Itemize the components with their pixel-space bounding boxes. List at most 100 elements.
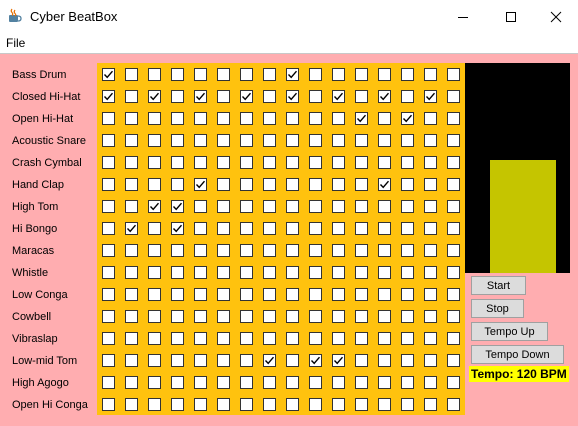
beat-checkbox[interactable] bbox=[378, 222, 391, 235]
beat-checkbox[interactable] bbox=[194, 310, 207, 323]
beat-checkbox[interactable] bbox=[332, 266, 345, 279]
beat-checkbox[interactable] bbox=[401, 332, 414, 345]
beat-checkbox[interactable] bbox=[424, 68, 437, 81]
beat-checkbox[interactable] bbox=[424, 288, 437, 301]
beat-checkbox[interactable] bbox=[194, 266, 207, 279]
beat-checkbox[interactable] bbox=[286, 332, 299, 345]
beat-checkbox[interactable] bbox=[332, 354, 345, 367]
beat-checkbox[interactable] bbox=[263, 90, 276, 103]
beat-checkbox[interactable] bbox=[286, 310, 299, 323]
beat-checkbox[interactable] bbox=[401, 398, 414, 411]
beat-checkbox[interactable] bbox=[332, 244, 345, 257]
beat-checkbox[interactable] bbox=[286, 354, 299, 367]
beat-checkbox[interactable] bbox=[217, 156, 230, 169]
beat-checkbox[interactable] bbox=[263, 288, 276, 301]
beat-checkbox[interactable] bbox=[378, 178, 391, 191]
beat-checkbox[interactable] bbox=[447, 222, 460, 235]
beat-checkbox[interactable] bbox=[401, 288, 414, 301]
beat-checkbox[interactable] bbox=[125, 244, 138, 257]
beat-checkbox[interactable] bbox=[171, 90, 184, 103]
beat-checkbox[interactable] bbox=[401, 156, 414, 169]
beat-checkbox[interactable] bbox=[332, 156, 345, 169]
beat-checkbox[interactable] bbox=[309, 134, 322, 147]
beat-checkbox[interactable] bbox=[332, 332, 345, 345]
beat-checkbox[interactable] bbox=[401, 354, 414, 367]
beat-checkbox[interactable] bbox=[240, 112, 253, 125]
beat-checkbox[interactable] bbox=[447, 112, 460, 125]
beat-checkbox[interactable] bbox=[125, 222, 138, 235]
beat-checkbox[interactable] bbox=[171, 288, 184, 301]
beat-checkbox[interactable] bbox=[171, 200, 184, 213]
beat-checkbox[interactable] bbox=[102, 90, 115, 103]
tempo-up-button[interactable]: Tempo Up bbox=[471, 322, 548, 341]
beat-checkbox[interactable] bbox=[194, 332, 207, 345]
beat-checkbox[interactable] bbox=[217, 134, 230, 147]
beat-checkbox[interactable] bbox=[378, 112, 391, 125]
beat-checkbox[interactable] bbox=[378, 398, 391, 411]
beat-checkbox[interactable] bbox=[424, 398, 437, 411]
beat-checkbox[interactable] bbox=[378, 266, 391, 279]
beat-checkbox[interactable] bbox=[424, 90, 437, 103]
beat-checkbox[interactable] bbox=[355, 222, 368, 235]
beat-checkbox[interactable] bbox=[424, 134, 437, 147]
beat-checkbox[interactable] bbox=[240, 200, 253, 213]
beat-checkbox[interactable] bbox=[125, 310, 138, 323]
beat-checkbox[interactable] bbox=[217, 178, 230, 191]
beat-checkbox[interactable] bbox=[447, 332, 460, 345]
beat-checkbox[interactable] bbox=[424, 354, 437, 367]
beat-checkbox[interactable] bbox=[309, 376, 322, 389]
beat-checkbox[interactable] bbox=[263, 112, 276, 125]
beat-checkbox[interactable] bbox=[309, 222, 322, 235]
beat-checkbox[interactable] bbox=[217, 288, 230, 301]
beat-checkbox[interactable] bbox=[217, 354, 230, 367]
beat-checkbox[interactable] bbox=[263, 134, 276, 147]
beat-checkbox[interactable] bbox=[240, 244, 253, 257]
beat-checkbox[interactable] bbox=[102, 156, 115, 169]
beat-checkbox[interactable] bbox=[309, 310, 322, 323]
beat-checkbox[interactable] bbox=[286, 200, 299, 213]
beat-checkbox[interactable] bbox=[263, 398, 276, 411]
beat-checkbox[interactable] bbox=[332, 398, 345, 411]
beat-checkbox[interactable] bbox=[378, 244, 391, 257]
beat-checkbox[interactable] bbox=[148, 288, 161, 301]
beat-checkbox[interactable] bbox=[148, 354, 161, 367]
beat-checkbox[interactable] bbox=[309, 244, 322, 257]
beat-checkbox[interactable] bbox=[401, 112, 414, 125]
beat-checkbox[interactable] bbox=[286, 376, 299, 389]
beat-checkbox[interactable] bbox=[125, 200, 138, 213]
beat-checkbox[interactable] bbox=[171, 398, 184, 411]
beat-checkbox[interactable] bbox=[332, 134, 345, 147]
minimize-button[interactable] bbox=[440, 0, 486, 33]
beat-checkbox[interactable] bbox=[332, 112, 345, 125]
beat-checkbox[interactable] bbox=[378, 332, 391, 345]
beat-checkbox[interactable] bbox=[148, 112, 161, 125]
beat-checkbox[interactable] bbox=[401, 178, 414, 191]
beat-checkbox[interactable] bbox=[125, 332, 138, 345]
beat-checkbox[interactable] bbox=[355, 134, 368, 147]
beat-checkbox[interactable] bbox=[355, 68, 368, 81]
beat-checkbox[interactable] bbox=[286, 112, 299, 125]
beat-checkbox[interactable] bbox=[447, 134, 460, 147]
beat-checkbox[interactable] bbox=[263, 332, 276, 345]
beat-checkbox[interactable] bbox=[401, 68, 414, 81]
beat-checkbox[interactable] bbox=[447, 200, 460, 213]
beat-checkbox[interactable] bbox=[401, 266, 414, 279]
beat-checkbox[interactable] bbox=[125, 376, 138, 389]
beat-checkbox[interactable] bbox=[355, 200, 368, 213]
beat-checkbox[interactable] bbox=[171, 178, 184, 191]
beat-checkbox[interactable] bbox=[424, 156, 437, 169]
beat-checkbox[interactable] bbox=[355, 332, 368, 345]
beat-checkbox[interactable] bbox=[148, 90, 161, 103]
beat-checkbox[interactable] bbox=[447, 90, 460, 103]
beat-checkbox[interactable] bbox=[240, 266, 253, 279]
beat-checkbox[interactable] bbox=[263, 354, 276, 367]
beat-checkbox[interactable] bbox=[125, 156, 138, 169]
beat-checkbox[interactable] bbox=[148, 68, 161, 81]
beat-checkbox[interactable] bbox=[240, 398, 253, 411]
beat-checkbox[interactable] bbox=[125, 134, 138, 147]
beat-checkbox[interactable] bbox=[263, 222, 276, 235]
beat-checkbox[interactable] bbox=[240, 332, 253, 345]
beat-checkbox[interactable] bbox=[286, 134, 299, 147]
beat-checkbox[interactable] bbox=[240, 68, 253, 81]
beat-checkbox[interactable] bbox=[332, 90, 345, 103]
